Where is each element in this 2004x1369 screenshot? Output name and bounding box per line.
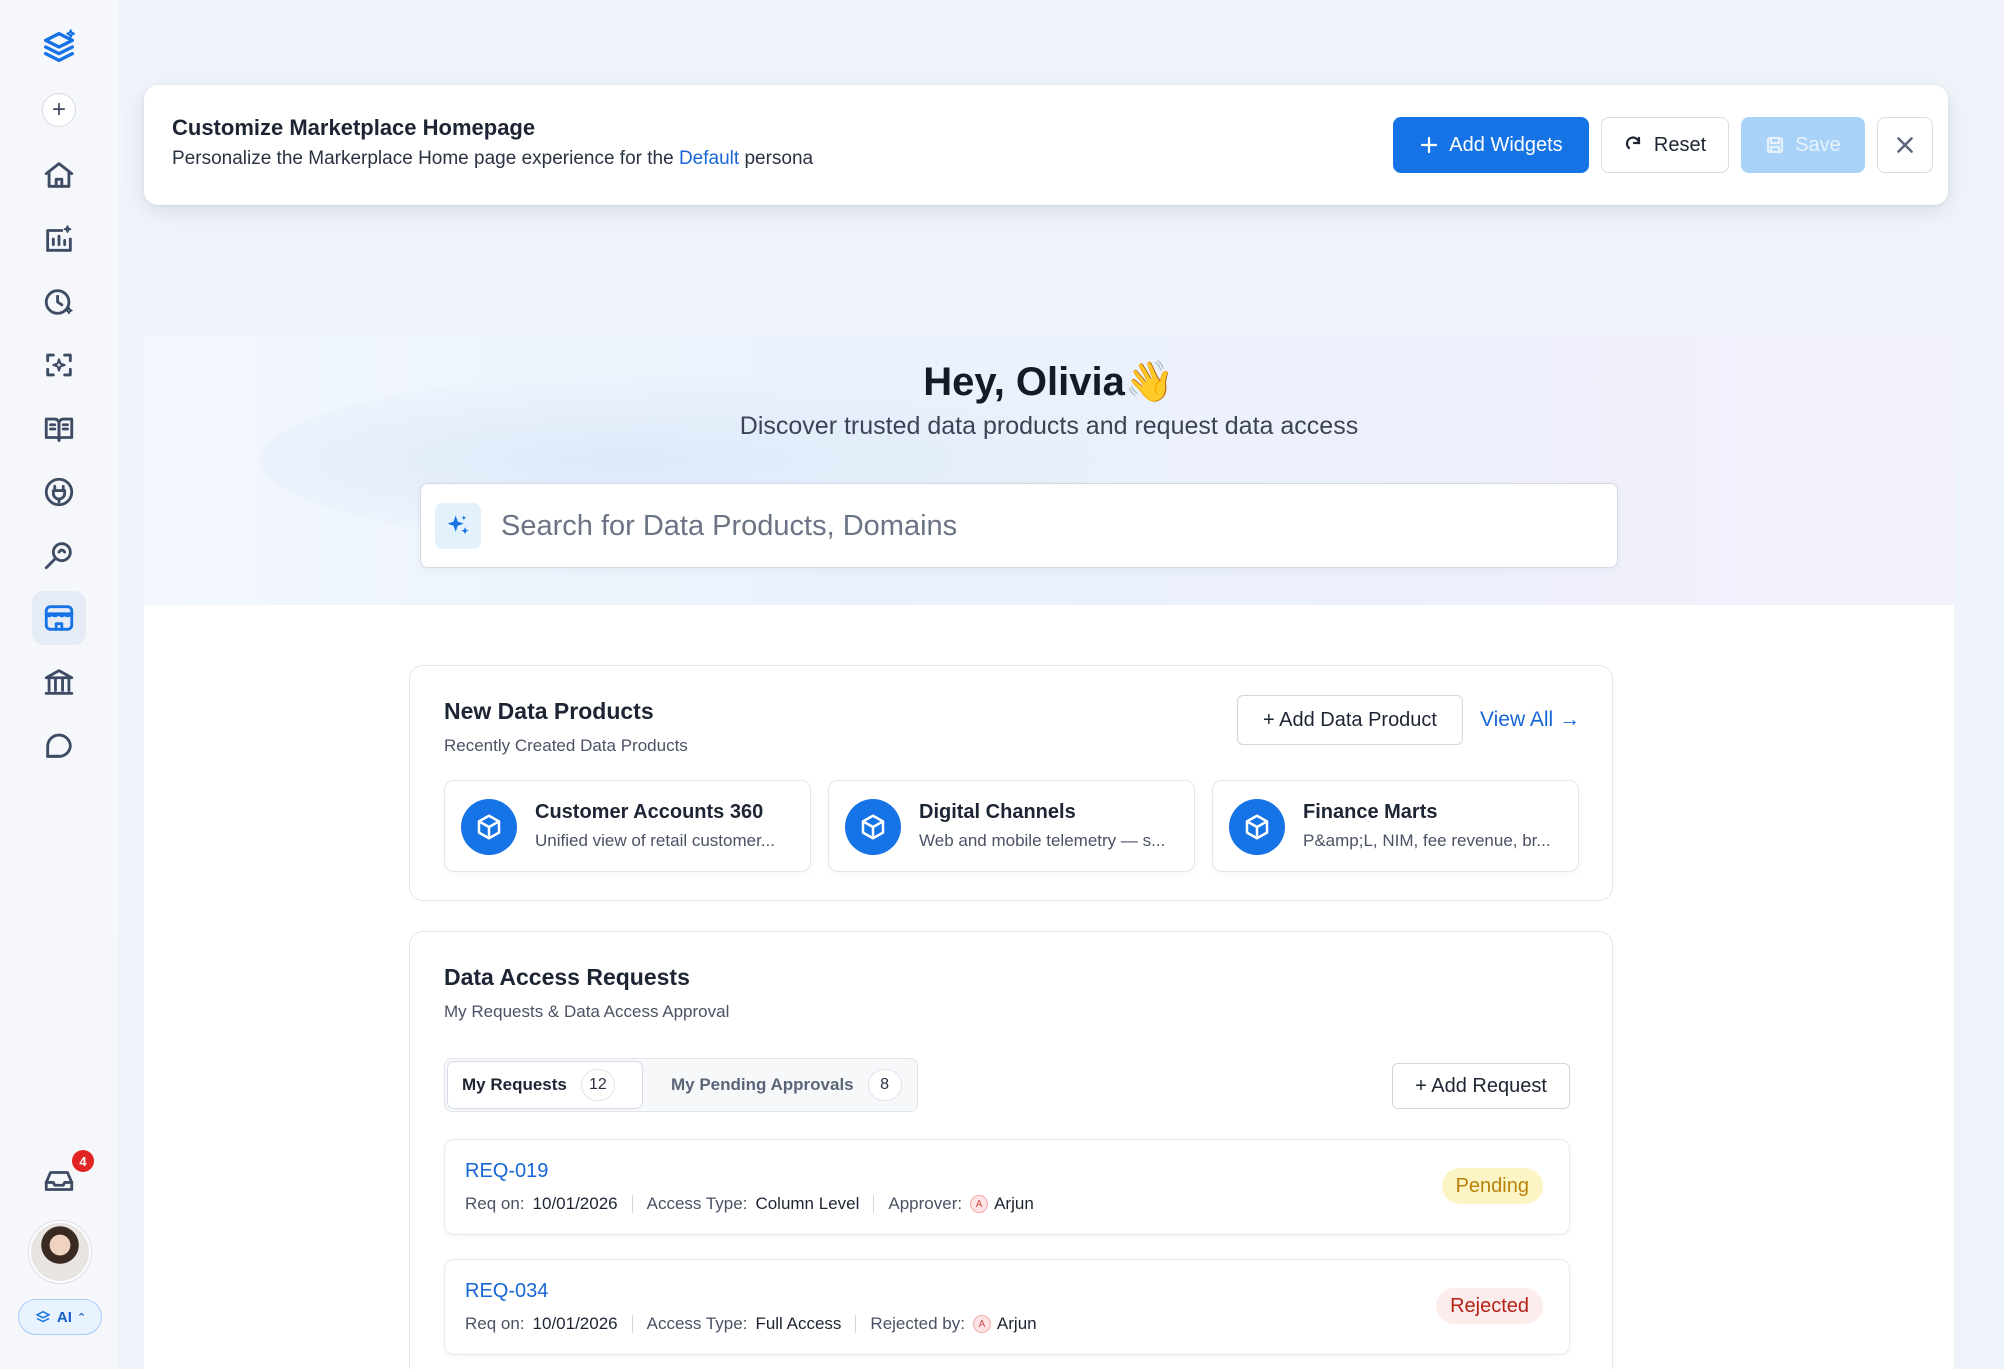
history-icon[interactable] (32, 275, 86, 329)
hero-tagline: Discover trusted data products and reque… (739, 412, 1359, 440)
ai-label: AI (56, 1308, 72, 1326)
close-button[interactable] (1877, 117, 1933, 173)
tab-count: 12 (580, 1069, 615, 1101)
cube-icon (461, 799, 517, 855)
chat-support-icon[interactable] (32, 718, 86, 772)
req-on-label: Req on: (465, 1314, 525, 1333)
chevron-up-icon: ⌃ (76, 1311, 87, 1324)
data-product-desc: P&amp;L, NIM, fee revenue, br... (1303, 831, 1551, 850)
data-product-name: Digital Channels (919, 801, 1076, 823)
integrations-plug-icon[interactable] (32, 465, 86, 519)
data-product-tile[interactable]: Customer Accounts 360 Unified view of re… (444, 780, 811, 872)
save-button[interactable]: Save (1741, 117, 1865, 173)
request-row[interactable]: REQ-019 Req on: 10/01/2026 Access Type: … (444, 1139, 1570, 1235)
close-icon (1897, 137, 1913, 153)
data-product-name: Customer Accounts 360 (535, 801, 764, 823)
data-access-requests-widget: Data Access Requests My Requests & Data … (409, 931, 1613, 1369)
cube-icon (1229, 799, 1285, 855)
customize-toolbar: Customize Marketplace Homepage Personali… (144, 85, 1948, 205)
subtitle-suffix: persona (744, 148, 814, 169)
data-product-desc: Web and mobile telemetry — s... (919, 831, 1166, 850)
add-request-button[interactable]: + Add Request (1392, 1063, 1570, 1109)
tab-label: My Requests (462, 1075, 567, 1094)
request-tabs: My Requests 12 My Pending Approvals 8 (444, 1058, 918, 1112)
tab-label: My Pending Approvals (671, 1075, 854, 1094)
approver-avatar: A (970, 1195, 989, 1213)
data-product-name: Finance Marts (1303, 801, 1438, 823)
request-id-link[interactable]: REQ-019 (465, 1160, 548, 1183)
rejected-by-avatar: A (972, 1315, 991, 1333)
access-requests-subtitle: My Requests & Data Access Approval (444, 1002, 730, 1021)
request-meta: Req on: 10/01/2026 Access Type: Column L… (465, 1194, 1034, 1214)
tab-my-pending-approvals[interactable]: My Pending Approvals 8 (657, 1061, 916, 1109)
marketplace-icon[interactable] (32, 591, 86, 645)
ai-logo-icon (35, 1310, 51, 1323)
greeting-text: Hey, Olivia (923, 360, 1125, 404)
tab-my-requests[interactable]: My Requests 12 (447, 1061, 643, 1109)
sidebar: + 4 AI ⌃ (0, 0, 118, 1369)
add-widgets-button[interactable]: Add Widgets (1393, 117, 1589, 173)
access-type-value: Full Access (755, 1314, 842, 1333)
access-type-value: Column Level (755, 1194, 860, 1213)
status-badge: Rejected (1436, 1288, 1543, 1324)
divider (631, 1315, 633, 1333)
divider (855, 1315, 857, 1333)
home-icon[interactable] (32, 148, 86, 202)
add-data-product-button[interactable]: + Add Data Product (1237, 695, 1463, 745)
request-meta: Req on: 10/01/2026 Access Type: Full Acc… (465, 1314, 1037, 1334)
greeting-heading: Hey, Olivia👋 (144, 358, 1954, 405)
cube-icon (845, 799, 901, 855)
status-badge: Pending (1441, 1168, 1543, 1204)
customize-title: Customize Marketplace Homepage (172, 115, 536, 140)
catalog-book-icon[interactable] (32, 402, 86, 456)
req-on-value: 10/01/2026 (532, 1314, 618, 1333)
search-bar[interactable] (420, 483, 1618, 568)
rejected-by-name: Arjun (996, 1314, 1037, 1333)
reset-icon (1625, 136, 1640, 150)
new-products-subtitle: Recently Created Data Products (444, 736, 688, 755)
approver-name: Arjun (994, 1194, 1034, 1213)
inbox-count-badge: 4 (72, 1150, 94, 1172)
save-disk-icon (1767, 136, 1784, 154)
view-all-link[interactable]: View All → (1480, 708, 1580, 732)
user-avatar[interactable] (29, 1221, 91, 1283)
ai-assistant-toggle[interactable]: AI ⌃ (18, 1299, 102, 1335)
sparkle-search-icon (435, 503, 481, 549)
customize-subtitle: Personalize the Markerplace Home page ex… (172, 148, 813, 170)
wave-emoji: 👋 (1124, 360, 1175, 404)
rejected-by-label: Rejected by: (870, 1314, 965, 1333)
new-data-products-widget: New Data Products Recently Created Data … (409, 665, 1613, 901)
reset-button[interactable]: Reset (1601, 117, 1729, 173)
access-type-label: Access Type: (646, 1314, 748, 1333)
new-products-title: New Data Products (444, 698, 654, 724)
access-requests-title: Data Access Requests (444, 964, 690, 990)
divider (631, 1195, 633, 1213)
plus-icon (1421, 136, 1438, 154)
search-input[interactable] (501, 498, 1581, 554)
data-product-tile[interactable]: Digital Channels Web and mobile telemetr… (828, 780, 1195, 872)
analytics-icon[interactable] (32, 212, 86, 266)
app-logo-icon[interactable] (32, 20, 86, 74)
add-widgets-label: Add Widgets (1449, 133, 1563, 156)
data-product-desc: Unified view of retail customer... (535, 831, 775, 850)
subtitle-prefix: Personalize the Markerplace Home page ex… (172, 148, 674, 169)
explore-search-icon[interactable] (32, 528, 86, 582)
data-product-tile[interactable]: Finance Marts P&amp;L, NIM, fee revenue,… (1212, 780, 1579, 872)
req-on-value: 10/01/2026 (532, 1194, 618, 1213)
divider (873, 1195, 875, 1213)
access-type-label: Access Type: (646, 1194, 748, 1213)
tab-count: 8 (867, 1069, 902, 1101)
ai-capture-icon[interactable] (32, 338, 86, 392)
req-on-label: Req on: (465, 1194, 525, 1213)
approver-label: Approver: (888, 1194, 963, 1213)
new-plus-icon[interactable]: + (42, 93, 76, 127)
persona-link[interactable]: Default (679, 148, 739, 169)
governance-bank-icon[interactable] (32, 655, 86, 709)
request-row[interactable]: REQ-034 Req on: 10/01/2026 Access Type: … (444, 1259, 1570, 1355)
save-label: Save (1795, 133, 1841, 156)
reset-label: Reset (1653, 133, 1707, 156)
request-id-link[interactable]: REQ-034 (465, 1280, 548, 1303)
